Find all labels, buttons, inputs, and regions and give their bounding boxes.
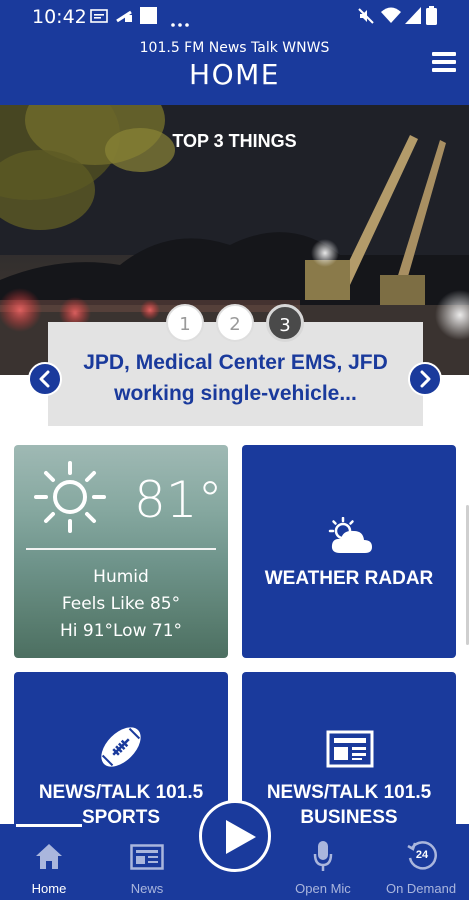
current-temperature: 81°	[134, 471, 223, 529]
nav-open-mic-label: Open Mic	[295, 881, 351, 896]
weather-radar-label: WEATHER RADAR	[264, 568, 434, 589]
sun-icon	[32, 459, 108, 540]
headline-text: JPD, Medical Center EMS, JFD working sin…	[83, 351, 388, 405]
weather-tile[interactable]: 81° Humid Feels Like 85° Hi 91°Low 71°	[14, 445, 228, 658]
newspaper-icon	[326, 730, 374, 773]
station-name: 101.5 FM News Talk WNWS	[139, 40, 330, 56]
home-tab-indicator	[16, 824, 82, 827]
pager-dot-1[interactable]: 1	[166, 304, 204, 342]
mute-icon	[357, 7, 375, 30]
nav-on-demand-label: On Demand	[385, 881, 457, 896]
cast-icon	[115, 9, 133, 28]
nav-news[interactable]: News	[112, 824, 182, 900]
microphone-icon	[313, 840, 333, 875]
more-icon	[171, 14, 189, 32]
business-label: NEWS/TALK 101.5 BUSINESS	[266, 782, 432, 828]
next-arrow-icon[interactable]	[408, 362, 442, 396]
home-icon	[34, 842, 64, 873]
carousel-title: TOP 3 THINGS	[172, 131, 297, 151]
app-screen: 10:42 101.5 FM News Talk WNWS HOME TOP 3…	[0, 0, 469, 900]
news-icon	[130, 844, 164, 873]
partly-cloudy-icon	[327, 516, 373, 560]
status-time: 10:42	[32, 6, 87, 28]
weather-condition: Humid	[93, 567, 149, 587]
wifi-icon	[380, 6, 402, 29]
sports-label: NEWS/TALK 101.5 SPORTS	[38, 782, 204, 828]
on-demand-24-icon: 24	[406, 840, 438, 872]
status-bar: 10:42	[0, 0, 469, 32]
play-icon	[222, 818, 258, 861]
signal-icon	[405, 7, 421, 29]
sports-tile[interactable]: NEWS/TALK 101.5 SPORTS	[14, 672, 228, 842]
battery-icon	[426, 6, 437, 30]
weather-radar-tile[interactable]: WEATHER RADAR	[242, 445, 456, 658]
sms-icon	[90, 9, 108, 28]
on-demand-badge: 24	[415, 849, 429, 861]
hamburger-menu-icon[interactable]	[432, 52, 456, 74]
business-tile[interactable]: NEWS/TALK 101.5 BUSINESS	[242, 672, 456, 842]
carousel-pager: 1 2 3	[166, 304, 306, 344]
play-button[interactable]	[199, 800, 271, 872]
app-header: 101.5 FM News Talk WNWS HOME	[0, 32, 469, 105]
nav-on-demand[interactable]: 24 On Demand	[379, 824, 463, 900]
nav-news-label: News	[130, 881, 164, 896]
page-title: HOME	[189, 58, 280, 91]
weather-divider	[26, 548, 216, 550]
hi-low: Hi 91°Low 71°	[59, 621, 183, 641]
nav-home[interactable]: Home	[14, 824, 84, 900]
pager-dot-2[interactable]: 2	[216, 304, 254, 342]
image-icon	[140, 7, 157, 29]
nav-home-label: Home	[31, 881, 67, 896]
prev-arrow-icon[interactable]	[28, 362, 62, 396]
nav-open-mic[interactable]: Open Mic	[286, 824, 360, 900]
feels-like: Feels Like 85°	[61, 594, 181, 614]
football-icon	[96, 722, 146, 777]
pager-dot-3[interactable]: 3	[266, 304, 304, 342]
